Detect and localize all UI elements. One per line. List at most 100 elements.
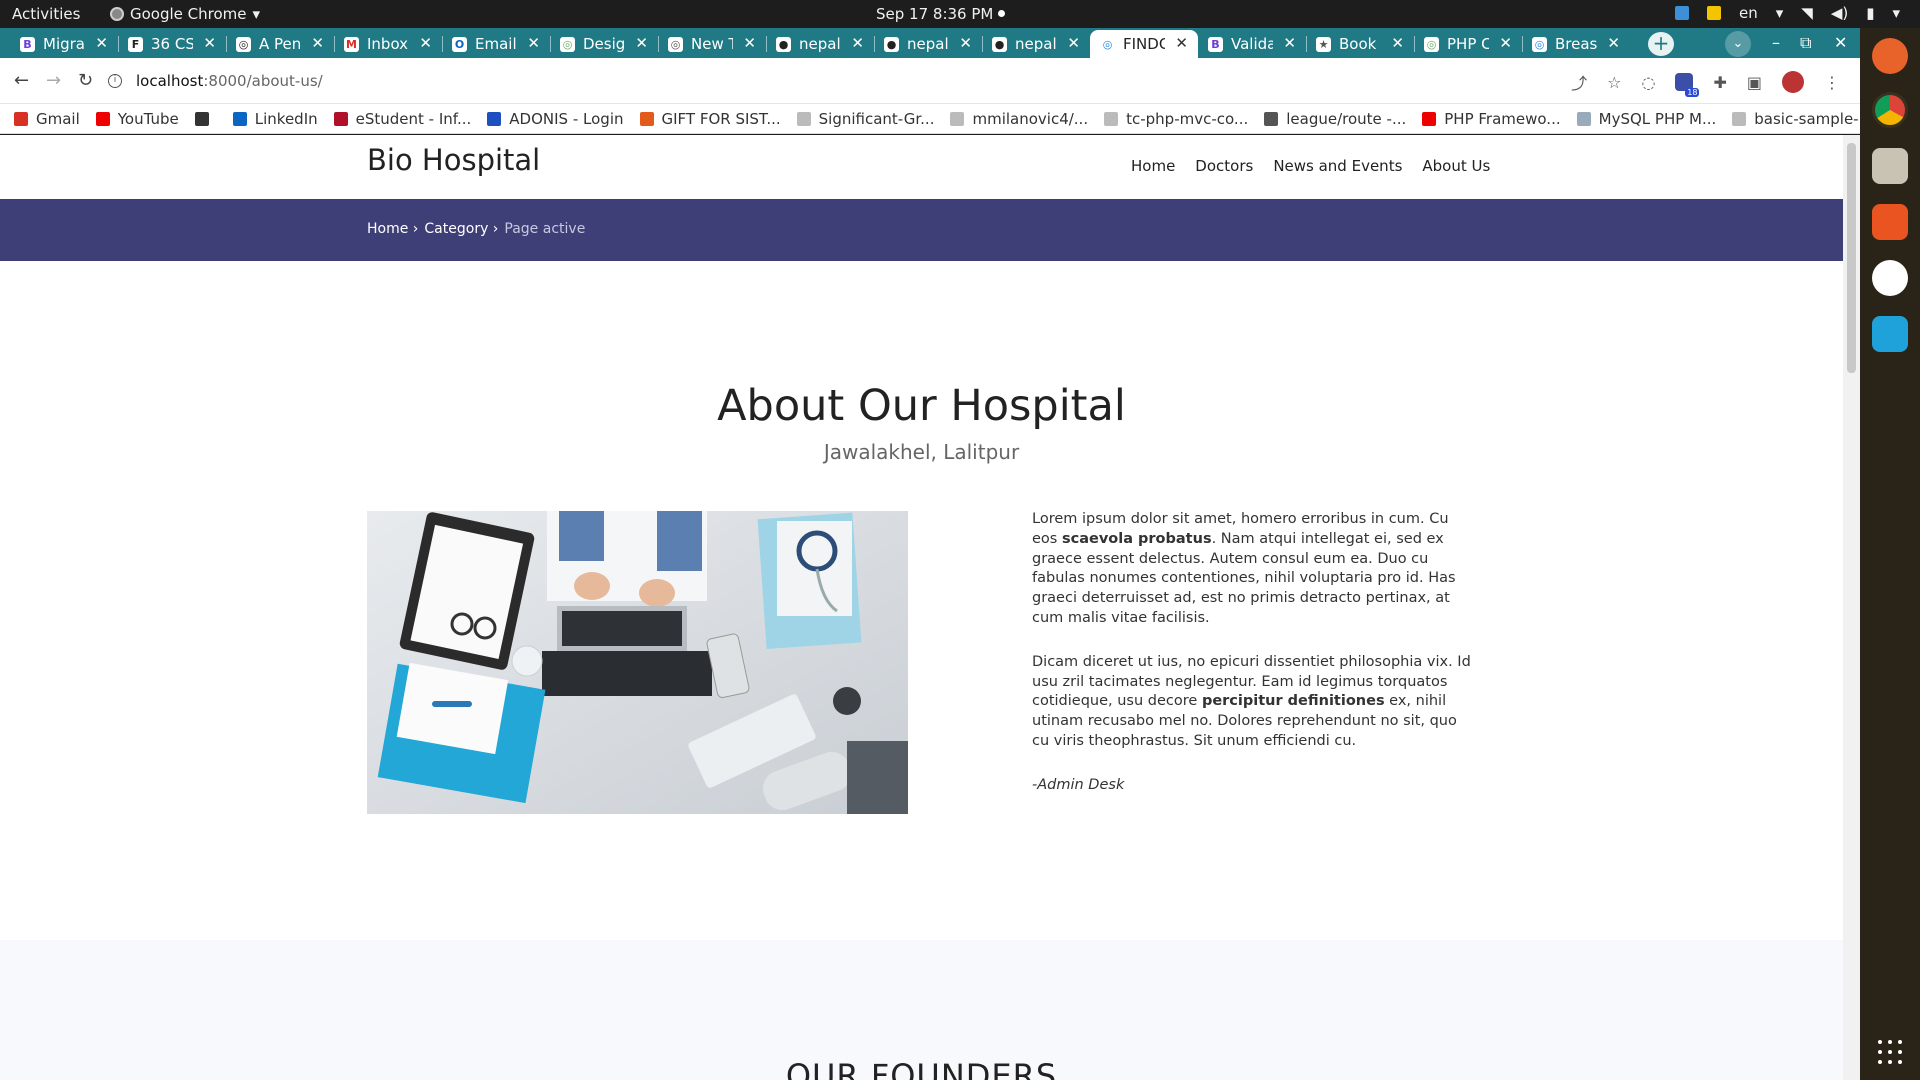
tab-3[interactable]: ◎ A Pen ✕ [226, 30, 334, 58]
tab-search-button[interactable]: ⌄ [1725, 31, 1751, 57]
site-brand[interactable]: Bio Hospital [367, 143, 540, 177]
bookmark-label: Significant-Gr... [818, 109, 935, 128]
reload-icon[interactable]: ↻ [78, 70, 93, 91]
bookmark-item[interactable]: YouTube [95, 110, 179, 128]
nav-about-us[interactable]: About Us [1422, 157, 1490, 175]
notes-tray-icon[interactable] [1706, 6, 1721, 20]
notification-dot-icon [998, 10, 1005, 17]
close-tab-icon[interactable]: ✕ [1607, 34, 1620, 52]
show-apps-icon[interactable] [1878, 1040, 1902, 1064]
tab-2[interactable]: F 36 CSS ✕ [118, 30, 226, 58]
tab-9[interactable]: ● nepal ✕ [874, 30, 982, 58]
breadcrumb-category[interactable]: Category › [424, 221, 498, 237]
bookmark-star-icon[interactable]: ☆ [1607, 73, 1621, 92]
nav-home[interactable]: Home [1131, 157, 1175, 175]
bookmark-item[interactable]: PHP Framewo... [1422, 109, 1561, 128]
close-tab-icon[interactable]: ✕ [1175, 34, 1188, 52]
tray-app-icon[interactable] [1674, 6, 1689, 20]
extension-badge-icon[interactable]: 18 [1675, 73, 1700, 97]
url-text[interactable]: localhost:8000/about-us/ [136, 72, 323, 90]
site-info-icon[interactable]: i [108, 74, 122, 88]
files-icon[interactable] [1872, 148, 1908, 184]
close-tab-icon[interactable]: ✕ [1499, 34, 1512, 52]
close-tab-icon[interactable]: ✕ [851, 34, 864, 52]
system-tray[interactable]: en ▾ ◥ ◀) ▮ ▾ [1674, 4, 1900, 22]
vscode-icon[interactable] [1872, 316, 1908, 352]
close-tab-icon[interactable]: ✕ [959, 34, 972, 52]
activities-button[interactable]: Activities [12, 5, 80, 23]
extension-icon[interactable]: ◌ [1642, 73, 1656, 92]
bookmark-label: PHP Framewo... [1444, 109, 1561, 128]
page-scrollbar[interactable] [1843, 135, 1860, 1080]
nav-doctors[interactable]: Doctors [1195, 157, 1253, 175]
bookmark-item[interactable] [194, 111, 217, 126]
bookmark-item[interactable]: Gmail [14, 110, 80, 128]
software-center-icon[interactable] [1872, 204, 1908, 240]
app-menu[interactable]: Google Chrome ▾ [110, 5, 260, 23]
about-paragraph-2: Dicam diceret ut ius, no epicuri dissent… [1032, 653, 1471, 749]
menu-kebab-icon[interactable]: ⋮ [1824, 73, 1840, 92]
bookmark-item[interactable]: eStudent - Inf... [333, 110, 471, 128]
tab-15[interactable]: ◎ Breas ✕ [1522, 30, 1630, 58]
address-bar[interactable]: i localhost:8000/about-us/ [108, 64, 1648, 98]
close-tab-icon[interactable]: ✕ [635, 34, 648, 52]
share-icon[interactable]: ⤴ [1571, 70, 1587, 94]
system-top-bar: Activities Google Chrome ▾ Sep 17 8:36 P… [0, 0, 1920, 28]
clock[interactable]: Sep 17 8:36 PM [876, 5, 993, 23]
bookmark-favicon-icon [950, 111, 965, 126]
chrome-dock-icon[interactable] [1872, 92, 1908, 128]
bookmark-item[interactable]: mmilanovic4/... [950, 110, 1088, 128]
tab-favicon-icon: ● [884, 36, 899, 52]
extensions-puzzle-icon[interactable]: ✚ [1713, 73, 1726, 92]
firefox-icon[interactable] [1872, 38, 1908, 74]
tab-favicon-icon: ◎ [1424, 36, 1439, 52]
bookmark-item[interactable]: Significant-Gr... [796, 109, 935, 128]
language-indicator[interactable]: en [1739, 4, 1758, 22]
close-tab-icon[interactable]: ✕ [1283, 34, 1296, 52]
tab-8[interactable]: ● nepal ✕ [766, 30, 874, 58]
tab-10[interactable]: ● nepal ✕ [982, 30, 1090, 58]
bookmark-item[interactable]: league/route -... [1264, 110, 1406, 128]
tab-7[interactable]: ◎ New T ✕ [658, 30, 766, 58]
close-window-icon[interactable]: ✕ [1834, 33, 1847, 52]
close-tab-icon[interactable]: ✕ [311, 34, 324, 52]
tab-favicon-icon: ◎ [668, 36, 683, 52]
bookmark-item[interactable]: tc-php-mvc-co... [1104, 110, 1248, 128]
bookmark-label: GIFT FOR SIST... [661, 109, 781, 128]
back-icon[interactable]: ← [14, 70, 29, 91]
tab-5[interactable]: O Email ✕ [442, 30, 550, 58]
bookmark-item[interactable]: ADONIS - Login [487, 110, 624, 128]
minimize-icon[interactable]: – [1772, 33, 1780, 52]
new-tab-button[interactable]: + [1648, 32, 1674, 56]
about-text: Lorem ipsum dolor sit amet, homero error… [1032, 510, 1477, 820]
scrollbar-thumb[interactable] [1847, 143, 1856, 373]
breadcrumb-home[interactable]: Home › [367, 221, 418, 237]
tab-11[interactable]: ◎ FINDC ✕ [1090, 30, 1198, 58]
profile-avatar[interactable] [1782, 71, 1804, 93]
bookmark-item[interactable]: basic-sample-... [1732, 110, 1873, 128]
tab-14[interactable]: ◎ PHP C ✕ [1414, 30, 1522, 58]
tab-4[interactable]: M Inbox ✕ [334, 30, 442, 58]
bookmark-item[interactable]: MySQL PHP M... [1576, 109, 1717, 128]
restore-icon[interactable]: ⧉ [1800, 33, 1811, 53]
close-tab-icon[interactable]: ✕ [203, 34, 216, 52]
tab-6[interactable]: ◎ Desig ✕ [550, 30, 658, 58]
tab-12[interactable]: B Valida ✕ [1198, 30, 1306, 58]
nav-news-events[interactable]: News and Events [1273, 157, 1402, 175]
tab-13[interactable]: ★ Book ✕ [1306, 30, 1414, 58]
close-tab-icon[interactable]: ✕ [419, 34, 432, 52]
close-tab-icon[interactable]: ✕ [1067, 34, 1080, 52]
bookmark-label: MySQL PHP M... [1598, 109, 1717, 128]
slack-icon[interactable] [1872, 260, 1908, 296]
close-tab-icon[interactable]: ✕ [527, 34, 540, 52]
close-tab-icon[interactable]: ✕ [1391, 34, 1404, 52]
tab-1[interactable]: B Migra ✕ [10, 30, 118, 58]
side-panel-icon[interactable]: ▣ [1747, 73, 1762, 92]
bookmark-item[interactable]: LinkedIn [232, 110, 318, 128]
tab-favicon-icon: M [344, 36, 359, 52]
close-tab-icon[interactable]: ✕ [743, 34, 756, 52]
forward-icon[interactable]: → [46, 70, 61, 91]
page-banner: Home › Category › Page active [0, 199, 1843, 261]
close-tab-icon[interactable]: ✕ [95, 34, 108, 52]
bookmark-item[interactable]: GIFT FOR SIST... [639, 109, 781, 128]
